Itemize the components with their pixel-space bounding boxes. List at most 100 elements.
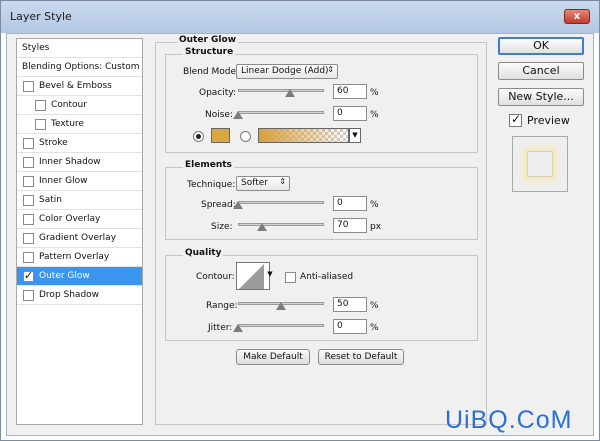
gradient-dropdown-arrow-icon[interactable]: ▼ — [349, 128, 361, 143]
drop-shadow-checkbox[interactable] — [23, 290, 34, 301]
opacity-slider-track[interactable] — [238, 89, 324, 92]
preview-thumbnail — [512, 136, 568, 192]
inner-shadow-checkbox[interactable] — [23, 157, 34, 168]
pattern-overlay-checkbox[interactable] — [23, 252, 34, 263]
color-overlay-checkbox[interactable] — [23, 214, 34, 225]
spread-input[interactable]: 0 — [333, 196, 367, 211]
ok-button[interactable]: OK — [498, 37, 584, 55]
sidebar-item-texture[interactable]: Texture — [17, 115, 142, 134]
range-input[interactable]: 50 — [333, 297, 367, 312]
sidebar-item-gradient-overlay[interactable]: Gradient Overlay — [17, 229, 142, 248]
size-input[interactable]: 70 — [333, 218, 367, 233]
bevel-emboss-checkbox[interactable] — [23, 81, 34, 92]
technique-value: Softer — [241, 178, 268, 188]
sidebar-item-label: Color Overlay — [39, 214, 101, 224]
sidebar-item-label: Stroke — [39, 138, 68, 148]
cancel-button[interactable]: Cancel — [498, 62, 584, 80]
sidebar-item-label: Contour — [51, 100, 87, 110]
structure-title: Structure — [183, 47, 236, 57]
technique-label: Technique: — [187, 180, 236, 190]
window-title: Layer Style — [10, 10, 72, 23]
glow-gradient-picker[interactable] — [258, 128, 349, 143]
blend-mode-value: Linear Dodge (Add) — [241, 66, 329, 76]
title-bar[interactable]: Layer Style x — [1, 1, 599, 33]
reset-to-default-button[interactable]: Reset to Default — [318, 349, 404, 365]
sidebar-item-outer-glow[interactable]: Outer Glow — [17, 267, 142, 286]
sidebar-item-label: Inner Glow — [39, 176, 88, 186]
sidebar-item-pattern-overlay[interactable]: Pattern Overlay — [17, 248, 142, 267]
sidebar-item-blending-options[interactable]: Blending Options: Custom — [17, 58, 142, 77]
watermark: UiBQ.CoM — [445, 406, 573, 434]
inner-glow-checkbox[interactable] — [23, 176, 34, 187]
solid-color-radio[interactable] — [193, 131, 204, 142]
opacity-slider-thumb[interactable] — [284, 89, 295, 97]
range-unit: % — [370, 301, 379, 311]
jitter-input[interactable]: 0 — [333, 319, 367, 334]
spread-slider-thumb[interactable] — [233, 201, 243, 209]
noise-slider-track[interactable] — [238, 111, 324, 114]
sidebar-item-styles[interactable]: Styles — [17, 39, 142, 58]
sidebar-item-stroke[interactable]: Stroke — [17, 134, 142, 153]
sidebar-item-color-overlay[interactable]: Color Overlay — [17, 210, 142, 229]
spread-slider-track[interactable] — [238, 201, 324, 204]
noise-slider-thumb[interactable] — [233, 111, 243, 119]
quality-title: Quality — [183, 248, 224, 258]
opacity-unit: % — [370, 88, 379, 98]
noise-label: Noise: — [205, 110, 233, 120]
panel-title: Outer Glow — [177, 35, 239, 45]
styles-list: Styles Blending Options: Custom Bevel & … — [16, 38, 143, 425]
size-slider-thumb[interactable] — [257, 223, 268, 231]
sidebar-item-satin[interactable]: Satin — [17, 191, 142, 210]
sidebar-item-bevel-emboss[interactable]: Bevel & Emboss — [17, 77, 142, 96]
contour-dropdown-arrow-icon[interactable]: ▼ — [266, 268, 274, 283]
make-default-button[interactable]: Make Default — [236, 349, 310, 365]
jitter-slider-track[interactable] — [238, 324, 324, 327]
preview-glow-square — [527, 151, 553, 177]
close-icon: x — [573, 11, 581, 22]
sidebar-item-label: Satin — [39, 195, 62, 205]
outer-glow-checkbox[interactable] — [23, 269, 34, 282]
sidebar-item-inner-shadow[interactable]: Inner Shadow — [17, 153, 142, 172]
preview-checkbox[interactable] — [509, 112, 522, 127]
opacity-input[interactable]: 60 — [333, 84, 367, 99]
size-slider-track[interactable] — [238, 223, 324, 226]
sidebar-item-label: Texture — [51, 119, 84, 129]
elements-title: Elements — [183, 160, 234, 170]
sidebar-item-label: Outer Glow — [39, 271, 90, 281]
contour-label: Contour: — [196, 272, 235, 282]
gradient-radio[interactable] — [240, 131, 251, 142]
glow-color-swatch[interactable] — [211, 128, 230, 143]
sidebar-item-label: Pattern Overlay — [39, 252, 110, 262]
sidebar-item-label: Gradient Overlay — [39, 233, 117, 243]
anti-aliased-label: Anti-aliased — [300, 272, 354, 282]
jitter-slider-thumb[interactable] — [233, 324, 243, 332]
noise-unit: % — [370, 110, 379, 120]
gradient-overlay-checkbox[interactable] — [23, 233, 34, 244]
blend-mode-select[interactable]: Linear Dodge (Add) ⇕ — [236, 64, 338, 79]
contour-picker[interactable] — [236, 262, 270, 290]
contour-checkbox[interactable] — [35, 100, 46, 111]
sidebar-item-inner-glow[interactable]: Inner Glow — [17, 172, 142, 191]
sidebar-item-contour[interactable]: Contour — [17, 96, 142, 115]
sidebar-item-drop-shadow[interactable]: Drop Shadow — [17, 286, 142, 305]
jitter-unit: % — [370, 323, 379, 333]
dropdown-arrow-icon: ⇕ — [327, 65, 334, 74]
texture-checkbox[interactable] — [35, 119, 46, 130]
size-label: Size: — [211, 222, 233, 232]
jitter-label: Jitter: — [208, 323, 233, 333]
satin-checkbox[interactable] — [23, 195, 34, 206]
sidebar-item-label: Blending Options: Custom — [22, 62, 140, 72]
range-label: Range: — [206, 301, 238, 311]
close-button[interactable]: x — [564, 9, 590, 24]
anti-aliased-checkbox[interactable] — [285, 272, 296, 283]
sidebar-item-label: Inner Shadow — [39, 157, 101, 167]
size-unit: px — [370, 222, 382, 232]
stroke-checkbox[interactable] — [23, 138, 34, 149]
noise-input[interactable]: 0 — [333, 106, 367, 121]
technique-select[interactable]: Softer ⇕ — [236, 176, 290, 191]
dropdown-arrow-icon: ⇕ — [279, 177, 286, 186]
spread-unit: % — [370, 200, 379, 210]
range-slider-thumb[interactable] — [276, 302, 286, 310]
new-style-button[interactable]: New Style... — [498, 88, 584, 106]
sidebar-item-label: Drop Shadow — [39, 290, 100, 300]
